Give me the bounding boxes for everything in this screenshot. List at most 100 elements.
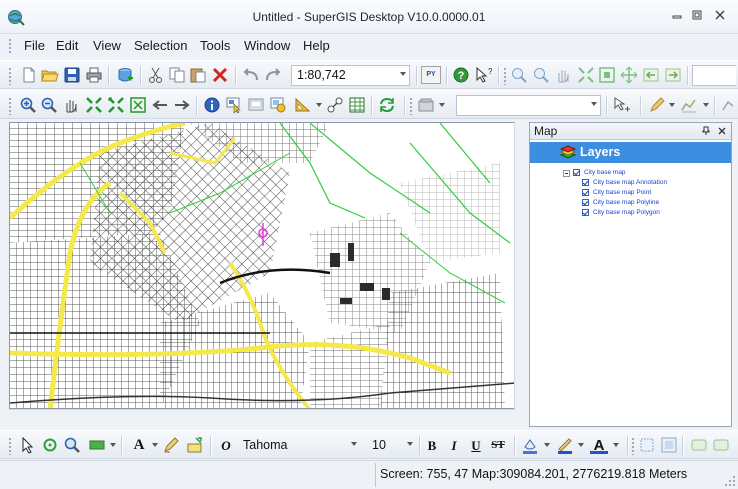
- copy-icon[interactable]: [168, 66, 186, 84]
- map-vertical-scrollbar[interactable]: [514, 122, 527, 409]
- zoom-in-icon[interactable]: [19, 96, 37, 114]
- pan-icon[interactable]: [62, 96, 80, 114]
- menu-help[interactable]: Help: [303, 38, 330, 53]
- data-view-icon[interactable]: [712, 436, 730, 454]
- font-color-button[interactable]: A: [590, 437, 608, 454]
- toolbar-grip[interactable]: [8, 67, 12, 85]
- full-extent-icon[interactable]: [85, 96, 103, 114]
- target-layer-combobox[interactable]: [456, 95, 601, 116]
- editor-dropdown-icon[interactable]: [439, 103, 445, 107]
- measure-icon[interactable]: [294, 96, 312, 114]
- layer-checkbox[interactable]: [582, 199, 589, 206]
- fill-color-dropdown-icon[interactable]: [544, 443, 550, 447]
- sketch-dropdown-icon[interactable]: [669, 103, 675, 107]
- layout-zoom-combobox[interactable]: [692, 65, 736, 86]
- measure-dropdown-icon[interactable]: [316, 103, 322, 107]
- maximize-button[interactable]: [687, 9, 707, 25]
- layer-tree-item[interactable]: City base map Polyline: [582, 199, 722, 208]
- chevron-down-icon[interactable]: [591, 102, 597, 106]
- layer-checkbox[interactable]: [573, 169, 580, 176]
- fill-color-icon[interactable]: [521, 436, 539, 454]
- toolbar-grip[interactable]: [503, 67, 507, 85]
- editor-icon[interactable]: [417, 96, 435, 114]
- forward-icon[interactable]: [173, 96, 191, 114]
- zoom-to-element-icon[interactable]: [63, 436, 81, 454]
- layer-tree-item[interactable]: City base map Polygon: [582, 209, 722, 218]
- edit-vertices-pencil-icon[interactable]: [162, 436, 180, 454]
- layer-checkbox[interactable]: [582, 209, 589, 216]
- sketch-line-dropdown-icon[interactable]: [703, 103, 709, 107]
- line-color-icon[interactable]: [556, 436, 574, 454]
- layout-view-icon[interactable]: [690, 436, 708, 454]
- layout-zoom-whole-icon[interactable]: [620, 66, 638, 84]
- zoom-out-icon[interactable]: [40, 96, 58, 114]
- layout-select-all-icon[interactable]: [660, 436, 678, 454]
- save-icon[interactable]: [63, 66, 81, 84]
- zoom-layer-icon[interactable]: [129, 96, 147, 114]
- map-canvas[interactable]: [10, 123, 515, 409]
- whats-this-icon[interactable]: ?: [474, 66, 492, 84]
- layout-pan-icon[interactable]: [554, 66, 572, 84]
- reshape-icon[interactable]: [720, 96, 738, 114]
- print-icon[interactable]: [85, 66, 103, 84]
- sketch-line-icon[interactable]: [680, 96, 698, 114]
- layout-select-icon[interactable]: [638, 436, 656, 454]
- font-name-combobox[interactable]: Tahoma: [237, 435, 361, 456]
- panel-close-icon[interactable]: [717, 126, 727, 136]
- sketch-pencil-icon[interactable]: [648, 96, 666, 114]
- redo-icon[interactable]: [264, 66, 282, 84]
- menu-tools[interactable]: Tools: [200, 38, 230, 53]
- strikethrough-button[interactable]: ST: [489, 437, 507, 454]
- zoom-out-fixed-icon[interactable]: [532, 66, 550, 84]
- collapse-icon[interactable]: [563, 170, 570, 177]
- zoom-fixed-out-icon[interactable]: [107, 96, 125, 114]
- draw-shape-dropdown-icon[interactable]: [110, 443, 116, 447]
- chevron-down-icon[interactable]: [351, 442, 357, 446]
- select-features-icon[interactable]: [225, 96, 243, 114]
- layer-tree-item[interactable]: City base map Annotation: [582, 179, 722, 188]
- map-tips-icon[interactable]: [247, 96, 265, 114]
- layer-checkbox[interactable]: [582, 179, 589, 186]
- italic-button[interactable]: I: [445, 437, 463, 454]
- identify-icon[interactable]: [203, 96, 221, 114]
- menubar-grip[interactable]: [8, 38, 12, 54]
- toolbar-grip[interactable]: [8, 437, 12, 455]
- help-icon[interactable]: ?: [452, 66, 470, 84]
- rotate-element-icon[interactable]: [41, 436, 59, 454]
- font-color-dropdown-icon[interactable]: [613, 443, 619, 447]
- layer-tree-root-row[interactable]: City base map: [563, 169, 723, 178]
- connect-icon[interactable]: [326, 96, 344, 114]
- open-folder-icon[interactable]: [41, 66, 59, 84]
- add-data-icon[interactable]: [116, 66, 134, 84]
- chevron-down-icon[interactable]: [407, 442, 413, 446]
- pin-icon[interactable]: [701, 126, 711, 136]
- zoom-in-fixed-icon[interactable]: [510, 66, 528, 84]
- new-text-button[interactable]: A: [130, 437, 148, 454]
- bold-button[interactable]: B: [423, 437, 441, 454]
- group-element-icon[interactable]: [186, 436, 204, 454]
- resize-grip-icon[interactable]: [724, 475, 736, 487]
- new-text-dropdown-icon[interactable]: [152, 443, 158, 447]
- menu-file[interactable]: File: [24, 38, 45, 53]
- layers-header[interactable]: Layers: [530, 142, 731, 163]
- layout-full-extent-icon[interactable]: [577, 66, 595, 84]
- draw-rectangle-icon[interactable]: [88, 436, 106, 454]
- map-scale-combobox[interactable]: 1:80,742: [291, 65, 410, 86]
- new-file-icon[interactable]: [20, 66, 38, 84]
- refresh-icon[interactable]: [378, 96, 396, 114]
- menu-view[interactable]: View: [93, 38, 121, 53]
- table-icon[interactable]: [348, 96, 366, 114]
- undo-icon[interactable]: [242, 66, 260, 84]
- underline-button[interactable]: U: [467, 437, 485, 454]
- line-color-dropdown-icon[interactable]: [578, 443, 584, 447]
- edit-vertex-icon[interactable]: [613, 96, 631, 114]
- paste-icon[interactable]: [189, 66, 207, 84]
- layout-forward-icon[interactable]: [664, 66, 682, 84]
- hyperlink-icon[interactable]: [269, 96, 287, 114]
- map-horizontal-scrollbar[interactable]: [9, 409, 515, 422]
- toolbar-grip[interactable]: [631, 437, 635, 455]
- layout-zoom-100-icon[interactable]: [598, 66, 616, 84]
- layer-tree-item[interactable]: City base map Point: [582, 189, 722, 198]
- menu-selection[interactable]: Selection: [134, 38, 187, 53]
- layout-back-icon[interactable]: [642, 66, 660, 84]
